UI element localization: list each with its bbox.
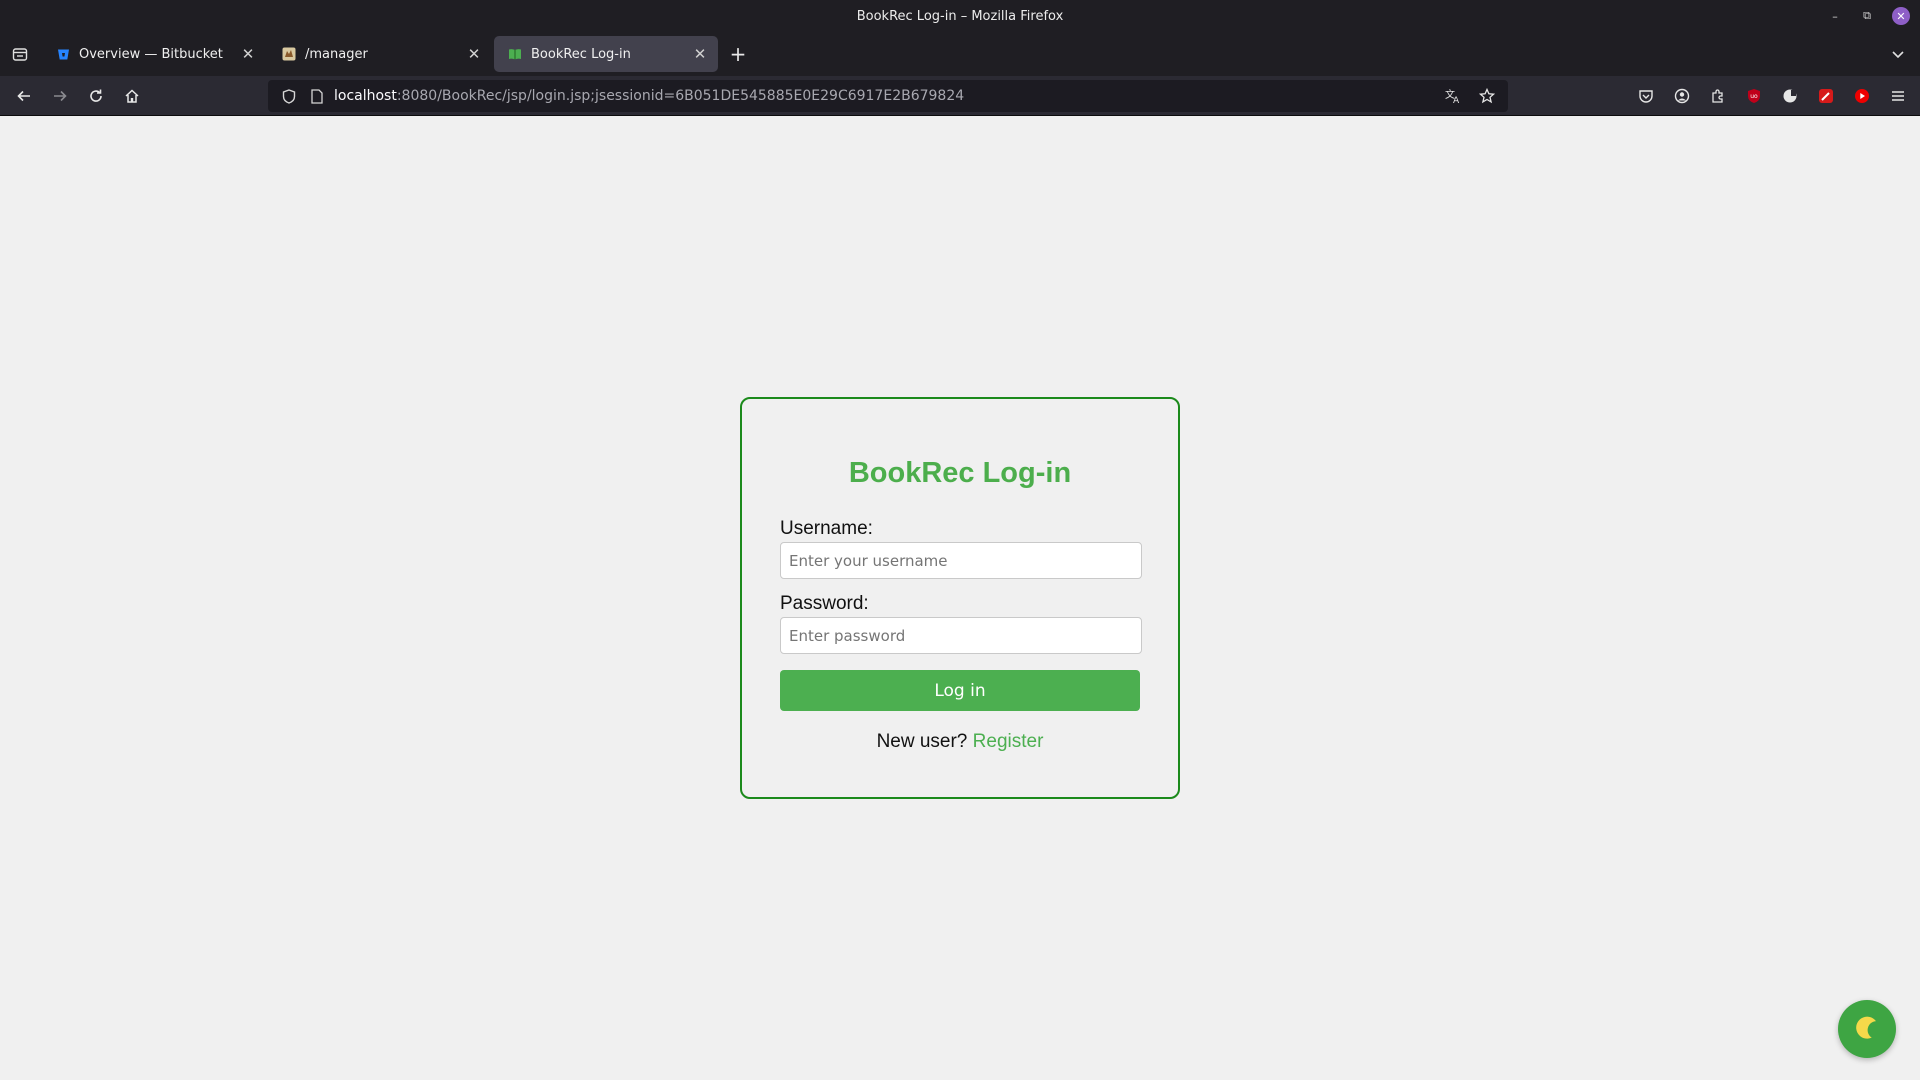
url-path: :8080/BookRec/jsp/login.jsp;jsessionid=6… [396, 88, 965, 104]
close-tab-icon[interactable]: ✕ [464, 44, 484, 64]
window-titlebar: BookRec Log-in – Mozilla Firefox – ⧉ ✕ [0, 0, 1920, 32]
bookmark-star-icon[interactable] [1476, 85, 1498, 107]
tab-strip: Overview — Bitbucket ✕ /manager ✕ BookRe… [0, 32, 1920, 76]
navigation-toolbar: localhost:8080/BookRec/jsp/login.jsp;jse… [0, 76, 1920, 116]
tab-label: BookRec Log-in [531, 46, 631, 62]
extensions-puzzle-icon[interactable] [1704, 80, 1732, 112]
new-tab-button[interactable]: + [722, 38, 754, 70]
tab-bitbucket[interactable]: Overview — Bitbucket ✕ [42, 36, 266, 72]
pocket-icon[interactable] [1632, 80, 1660, 112]
password-input[interactable] [780, 617, 1142, 654]
svg-text:uo: uo [1750, 93, 1758, 100]
book-icon [508, 47, 522, 61]
hamburger-menu-icon[interactable] [1884, 80, 1912, 112]
tracking-protection-shield-icon[interactable] [278, 85, 300, 107]
plus-icon: + [729, 42, 747, 66]
window-controls: – ⧉ ✕ [1828, 0, 1910, 32]
list-all-tabs-chevron-icon[interactable] [1888, 44, 1908, 64]
minimize-icon[interactable]: – [1828, 9, 1842, 23]
password-label: Password: [780, 593, 869, 614]
svg-text:A: A [1453, 96, 1460, 104]
username-input[interactable] [780, 542, 1142, 579]
close-window-icon[interactable]: ✕ [1892, 7, 1910, 25]
url-host: localhost [334, 88, 397, 104]
moon-icon [1853, 1013, 1881, 1045]
tampermonkey-icon[interactable] [1776, 80, 1804, 112]
account-icon[interactable] [1668, 80, 1696, 112]
tomcat-icon [282, 47, 296, 61]
register-link[interactable]: Register [973, 731, 1044, 752]
tab-label: /manager [305, 46, 368, 62]
toolbar-extensions: uo [1632, 80, 1912, 112]
firefox-view-icon[interactable] [0, 32, 40, 76]
url-actions: 文A [1442, 85, 1498, 107]
close-tab-icon[interactable]: ✕ [238, 44, 258, 64]
register-prompt: New user? Register [780, 731, 1140, 753]
close-tab-icon[interactable]: ✕ [690, 44, 710, 64]
page-title: BookRec Log-in [848, 457, 1072, 489]
back-arrow-icon[interactable] [6, 80, 42, 112]
tab-label: Overview — Bitbucket [79, 46, 223, 62]
username-label: Username: [780, 518, 873, 539]
reload-icon[interactable] [78, 80, 114, 112]
window-title: BookRec Log-in – Mozilla Firefox [856, 8, 1064, 24]
url-bar[interactable]: localhost:8080/BookRec/jsp/login.jsp;jse… [268, 80, 1508, 112]
bitbucket-icon [56, 47, 70, 61]
ublock-origin-icon[interactable]: uo [1740, 80, 1768, 112]
tab-bookrec-login[interactable]: BookRec Log-in ✕ [494, 36, 718, 72]
page-content: BookRec Log-in Username: Password: Log i… [0, 117, 1920, 1080]
restore-icon[interactable]: ⧉ [1860, 9, 1874, 23]
forward-arrow-icon[interactable] [42, 80, 78, 112]
youtube-icon[interactable] [1848, 80, 1876, 112]
tab-manager[interactable]: /manager ✕ [268, 36, 492, 72]
home-icon[interactable] [114, 80, 150, 112]
new-user-text: New user? [876, 731, 968, 752]
login-form: BookRec Log-in Username: Password: Log i… [740, 397, 1180, 799]
login-button[interactable]: Log in [780, 670, 1140, 711]
translate-icon[interactable]: 文A [1442, 85, 1464, 107]
page-info-icon[interactable] [306, 85, 328, 107]
dark-mode-toggle-button[interactable] [1838, 1000, 1896, 1058]
color-picker-icon[interactable] [1812, 80, 1840, 112]
